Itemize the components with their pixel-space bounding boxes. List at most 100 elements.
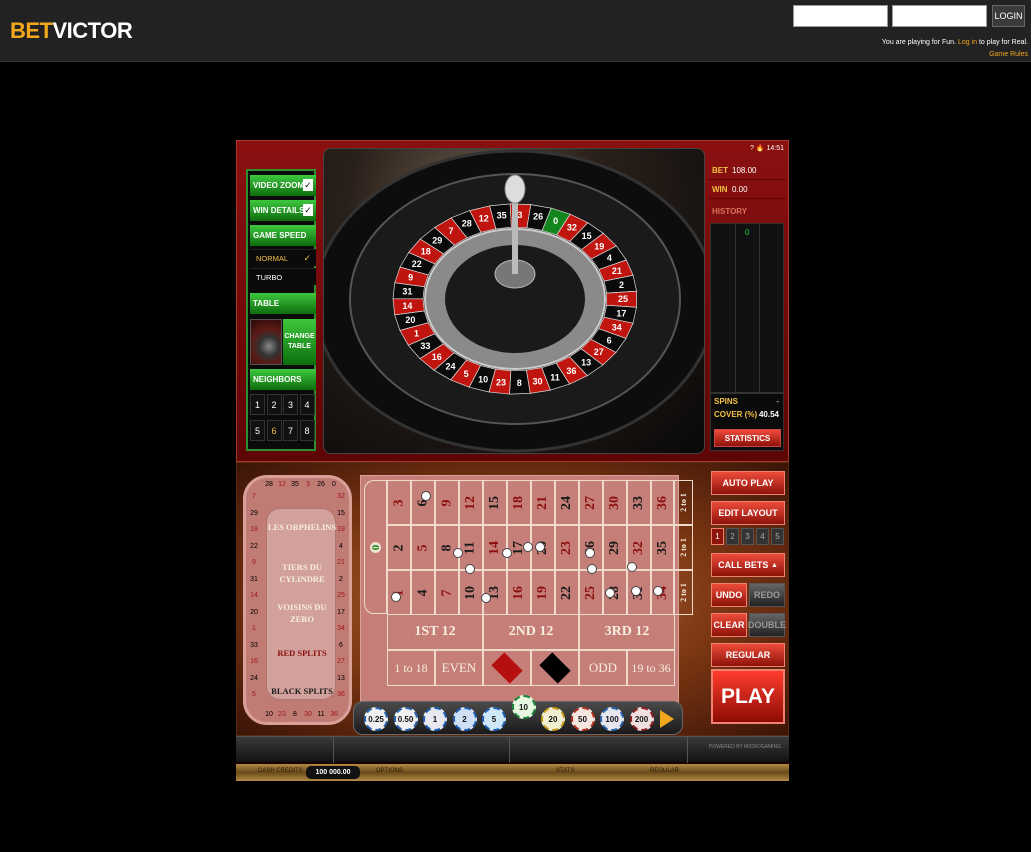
racetrack-number-24[interactable]: 24 bbox=[249, 674, 259, 684]
chip-200[interactable]: 200 bbox=[629, 707, 654, 731]
racetrack-number-11[interactable]: 11 bbox=[316, 710, 326, 720]
win-details-toggle[interactable]: WIN DETAILS ✓ bbox=[250, 200, 316, 221]
dozen-bet-2[interactable]: 2ND 12 bbox=[483, 614, 579, 650]
chip-20[interactable]: 20 bbox=[541, 707, 565, 731]
login-button[interactable]: LOGIN bbox=[992, 5, 1025, 27]
number-cell-18[interactable]: 18 bbox=[507, 480, 531, 525]
number-cell-29[interactable]: 29 bbox=[603, 525, 627, 570]
password-field[interactable] bbox=[892, 5, 987, 27]
options-tab[interactable]: OPTIONS bbox=[376, 768, 403, 774]
outside-bet-even[interactable]: EVEN bbox=[435, 650, 483, 686]
racetrack-number-26[interactable]: 26 bbox=[316, 480, 326, 490]
red-splits-bet[interactable]: RED SPLITS bbox=[267, 647, 337, 659]
video-zoom-toggle[interactable]: VIDEO ZOOM ✓ bbox=[250, 175, 316, 196]
neighbor-1-button[interactable]: 1 bbox=[250, 394, 265, 415]
username-field[interactable] bbox=[793, 5, 888, 27]
racetrack-number-36[interactable]: 36 bbox=[336, 690, 346, 700]
number-cell-9[interactable]: 9 bbox=[435, 480, 459, 525]
racetrack-number-16[interactable]: 16 bbox=[249, 657, 259, 667]
racetrack-number-7[interactable]: 7 bbox=[249, 492, 259, 502]
racetrack-number-34[interactable]: 34 bbox=[336, 624, 346, 634]
chip-1[interactable]: 1 bbox=[423, 707, 447, 731]
racetrack-number-21[interactable]: 21 bbox=[336, 558, 346, 568]
racetrack-number-28[interactable]: 28 bbox=[264, 480, 274, 490]
racetrack-number-17[interactable]: 17 bbox=[336, 608, 346, 618]
column-bet-1[interactable]: 2 to 1 bbox=[673, 570, 693, 615]
racetrack-number-12[interactable]: 12 bbox=[277, 480, 287, 490]
racetrack[interactable]: LES ORPHELINS TIERS DU CYLINDRE VOISINS … bbox=[243, 475, 352, 725]
column-bet-3[interactable]: 2 to 1 bbox=[673, 480, 693, 525]
number-cell-33[interactable]: 33 bbox=[627, 480, 651, 525]
redo-button[interactable]: REDO bbox=[749, 583, 785, 607]
racetrack-number-31[interactable]: 31 bbox=[249, 575, 259, 585]
racetrack-number-30[interactable]: 30 bbox=[303, 710, 313, 720]
zero-cell[interactable]: 0 bbox=[364, 480, 387, 614]
undo-button[interactable]: UNDO bbox=[711, 583, 747, 607]
regular-button[interactable]: REGULAR bbox=[711, 643, 785, 667]
number-cell-22[interactable]: 22 bbox=[555, 570, 579, 615]
dozen-bet-3[interactable]: 3RD 12 bbox=[579, 614, 675, 650]
layout-slot-3[interactable]: 3 bbox=[741, 528, 754, 545]
racetrack-number-0[interactable]: 0 bbox=[329, 480, 339, 490]
racetrack-number-8[interactable]: 8 bbox=[290, 710, 300, 720]
racetrack-number-10[interactable]: 10 bbox=[264, 710, 274, 720]
outside-bet-low[interactable]: 1 to 18 bbox=[387, 650, 435, 686]
number-cell-6[interactable]: 6 bbox=[411, 480, 435, 525]
number-cell-27[interactable]: 27 bbox=[579, 480, 603, 525]
neighbor-6-button[interactable]: 6 bbox=[266, 420, 282, 441]
racetrack-number-33[interactable]: 33 bbox=[249, 641, 259, 651]
double-button[interactable]: DOUBLE bbox=[748, 613, 786, 637]
number-cell-12[interactable]: 12 bbox=[459, 480, 483, 525]
layout-slot-1[interactable]: 1 bbox=[711, 528, 724, 545]
number-cell-16[interactable]: 16 bbox=[507, 570, 531, 615]
voisins-du-zero-bet[interactable]: VOISINS DU ZERO bbox=[267, 601, 337, 625]
number-cell-5[interactable]: 5 bbox=[411, 525, 435, 570]
statistics-button[interactable]: STATISTICS bbox=[714, 429, 781, 447]
layout-slot-5[interactable]: 5 bbox=[771, 528, 784, 545]
site-logo[interactable]: BETVICTOR bbox=[10, 18, 133, 44]
racetrack-number-20[interactable]: 20 bbox=[249, 608, 259, 618]
chip-100[interactable]: 100 bbox=[600, 707, 624, 731]
racetrack-number-27[interactable]: 27 bbox=[336, 657, 346, 667]
number-cell-21[interactable]: 21 bbox=[531, 480, 555, 525]
speed-turbo-option[interactable]: TURBO bbox=[250, 268, 316, 285]
racetrack-number-36[interactable]: 36 bbox=[329, 710, 339, 720]
speed-normal-option[interactable]: NORMAL ✓ bbox=[250, 249, 316, 266]
outside-bet-red[interactable] bbox=[483, 650, 531, 686]
clear-button[interactable]: CLEAR bbox=[711, 613, 747, 637]
black-splits-bet[interactable]: BLACK SPLITS bbox=[267, 685, 337, 697]
number-cell-3[interactable]: 3 bbox=[387, 480, 411, 525]
number-cell-4[interactable]: 4 bbox=[411, 570, 435, 615]
login-link[interactable]: Log in bbox=[958, 39, 977, 46]
play-button[interactable]: PLAY bbox=[711, 669, 785, 724]
racetrack-number-5[interactable]: 5 bbox=[249, 690, 259, 700]
layout-slot-2[interactable]: 2 bbox=[726, 528, 739, 545]
chip-0-25[interactable]: 0.25 bbox=[364, 707, 388, 731]
neighbor-3-button[interactable]: 3 bbox=[283, 394, 298, 415]
number-cell-19[interactable]: 19 bbox=[531, 570, 555, 615]
dozen-bet-1[interactable]: 1ST 12 bbox=[387, 614, 483, 650]
next-chips-arrow-icon[interactable] bbox=[660, 710, 674, 728]
outside-bet-odd[interactable]: ODD bbox=[579, 650, 627, 686]
game-rules-link[interactable]: Game Rules bbox=[989, 51, 1028, 58]
column-bet-2[interactable]: 2 to 1 bbox=[673, 525, 693, 570]
edit-layout-button[interactable]: EDIT LAYOUT bbox=[711, 501, 785, 525]
number-cell-7[interactable]: 7 bbox=[435, 570, 459, 615]
racetrack-number-19[interactable]: 19 bbox=[336, 525, 346, 535]
number-cell-24[interactable]: 24 bbox=[555, 480, 579, 525]
racetrack-number-3[interactable]: 3 bbox=[303, 480, 313, 490]
les-orphelins-bet[interactable]: LES ORPHELINS bbox=[267, 521, 337, 533]
chip-0-50[interactable]: 0.50 bbox=[393, 707, 418, 731]
stats-tab[interactable]: STATS bbox=[556, 768, 574, 774]
layout-slot-4[interactable]: 4 bbox=[756, 528, 769, 545]
outside-bet-black[interactable] bbox=[531, 650, 579, 686]
number-cell-10[interactable]: 10 bbox=[459, 570, 483, 615]
racetrack-number-25[interactable]: 25 bbox=[336, 591, 346, 601]
racetrack-number-1[interactable]: 1 bbox=[249, 624, 259, 634]
number-cell-2[interactable]: 2 bbox=[387, 525, 411, 570]
racetrack-number-23[interactable]: 23 bbox=[277, 710, 287, 720]
number-cell-15[interactable]: 15 bbox=[483, 480, 507, 525]
number-cell-25[interactable]: 25 bbox=[579, 570, 603, 615]
racetrack-number-13[interactable]: 13 bbox=[336, 674, 346, 684]
neighbor-7-button[interactable]: 7 bbox=[283, 420, 298, 441]
